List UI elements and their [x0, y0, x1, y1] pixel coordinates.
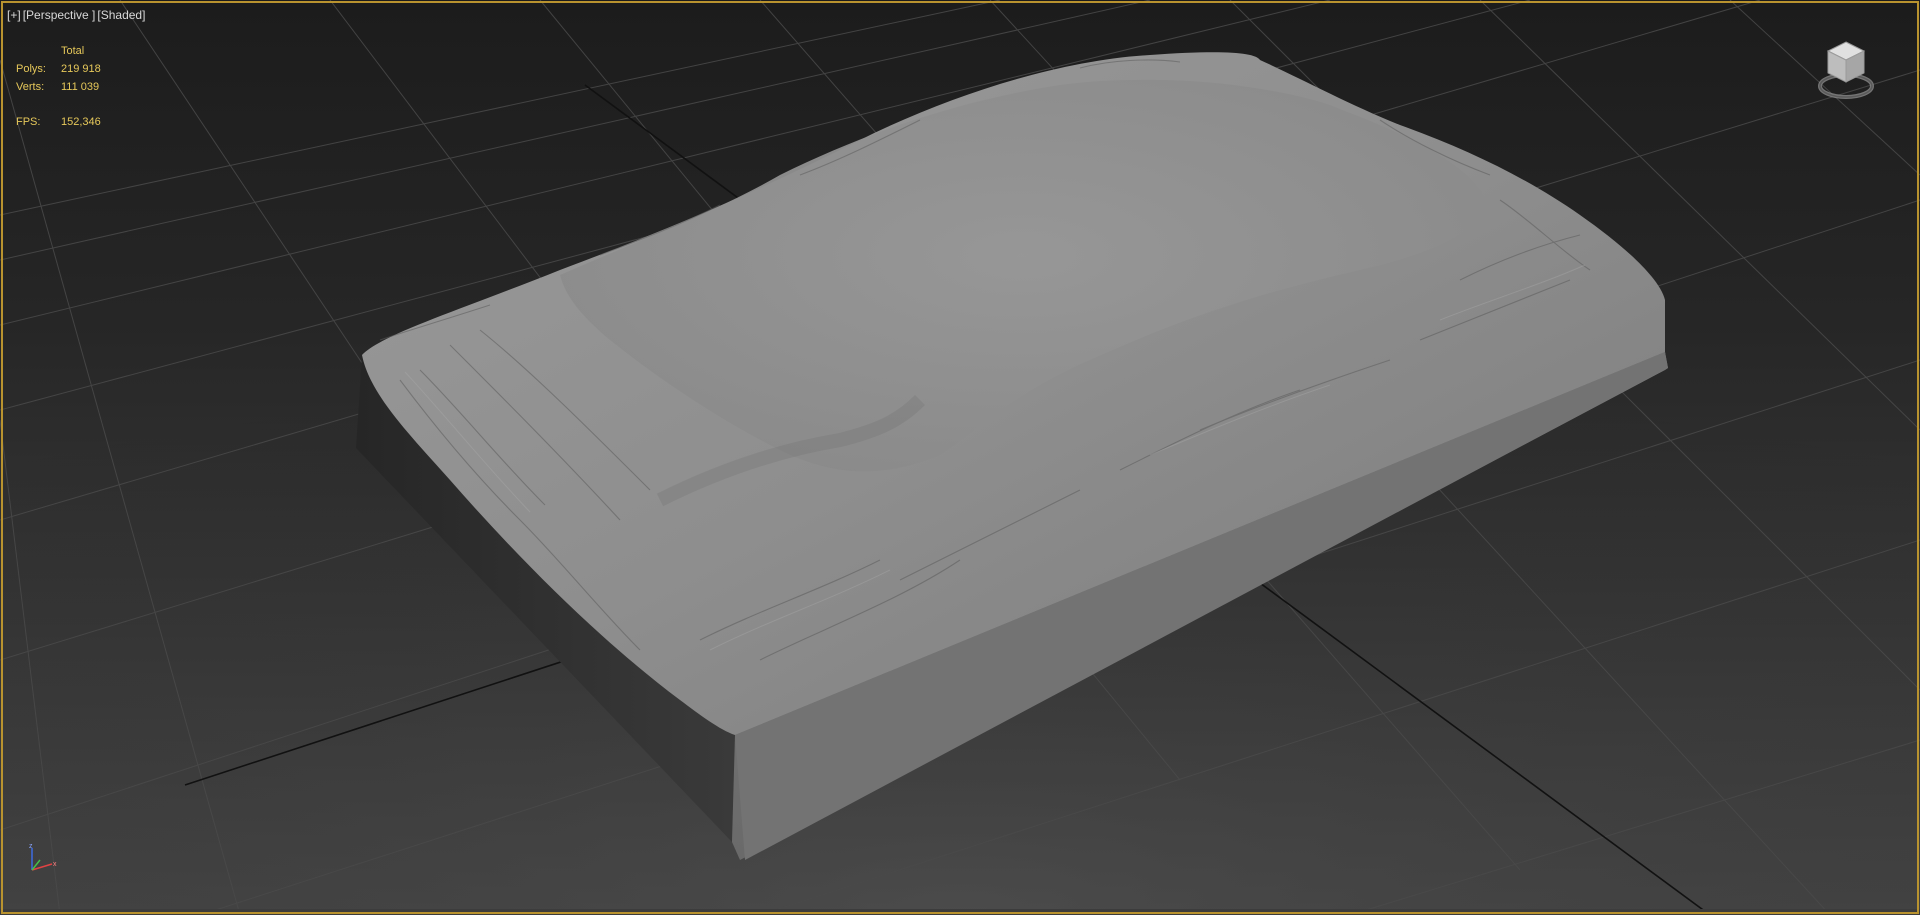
- stats-polys-label: Polys:: [16, 63, 46, 75]
- stats-header: Total: [61, 45, 85, 57]
- viewport-label-menu: [+] [Perspective ] [Shaded]: [7, 8, 145, 22]
- stats-verts-label: Verts:: [16, 81, 45, 93]
- stats-fps-value: 152,346: [61, 116, 101, 128]
- perspective-viewport[interactable]: [+] [Perspective ] [Shaded] Total Polys:…: [0, 0, 1920, 915]
- viewport-shading-menu[interactable]: [Shaded]: [97, 8, 145, 22]
- stats-polys-row: Polys: 219 918: [16, 60, 101, 78]
- svg-text:z: z: [29, 843, 33, 850]
- viewport-scene[interactable]: [0, 0, 1920, 915]
- stats-spacer: [16, 96, 101, 113]
- viewcube-navigation-icon[interactable]: [1816, 38, 1876, 108]
- stats-header-spacer: [16, 42, 61, 60]
- viewport-statistics: Total Polys: 219 918 Verts: 111 039 FPS:…: [16, 42, 101, 131]
- viewport-point-of-view-menu[interactable]: [Perspective ]: [23, 8, 96, 22]
- stats-fps-row: FPS: 152,346: [16, 113, 101, 131]
- stats-verts-value: 111 039: [61, 81, 100, 93]
- stats-verts-row: Verts: 111 039: [16, 78, 101, 96]
- svg-text:x: x: [53, 861, 57, 868]
- stats-fps-label: FPS:: [16, 116, 41, 128]
- bottom-status-strip: [0, 909, 1920, 915]
- stats-header-row: Total: [16, 42, 101, 60]
- viewport-general-menu[interactable]: [+]: [7, 8, 21, 22]
- stats-polys-value: 219 918: [61, 63, 101, 75]
- xyz-axis-tripod-icon: z x: [22, 840, 62, 880]
